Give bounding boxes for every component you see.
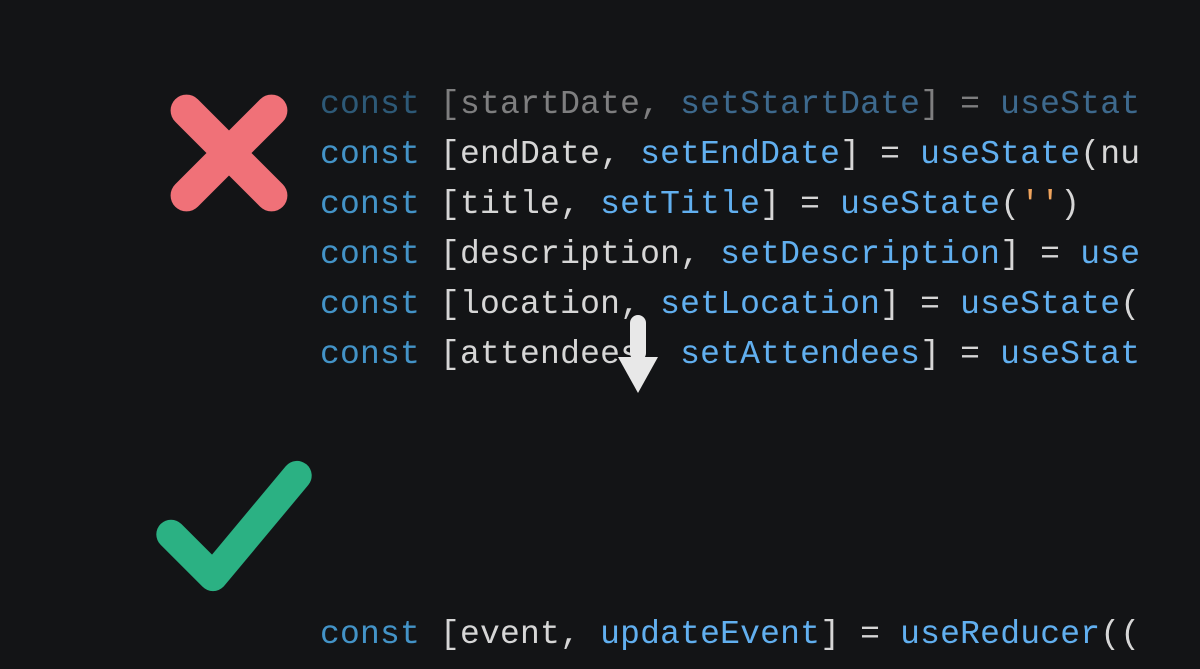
code-token: [ [440, 236, 460, 273]
code-token: ] [820, 616, 860, 653]
code-token: (( [1100, 616, 1140, 653]
code-token: = [880, 136, 920, 173]
code-token: const [320, 186, 440, 223]
code-token: useState [960, 286, 1120, 323]
code-token: = [800, 186, 840, 223]
code-token: const [320, 236, 440, 273]
code-token: = [860, 616, 900, 653]
code-token: , [600, 136, 640, 173]
arrow-down-icon [615, 313, 661, 397]
code-token: const [320, 286, 440, 323]
code-token: updateEvent [600, 616, 820, 653]
code-token: setLocation [660, 286, 880, 323]
code-token: use [1080, 236, 1140, 273]
code-token: useState [840, 186, 1000, 223]
code-token: ( [1080, 136, 1100, 173]
bad-line: const [attendees, setAttendees] = useSta… [320, 330, 1200, 380]
code-token: ] [880, 286, 920, 323]
code-token: [ [440, 616, 460, 653]
code-token: startDate [460, 86, 640, 123]
status-icon-column [80, 0, 250, 669]
code-token: title [460, 186, 560, 223]
code-token: setEndDate [640, 136, 840, 173]
code-token: , [560, 186, 600, 223]
code-token: '' [1020, 186, 1060, 223]
code-token: const [320, 616, 440, 653]
code-token: ] [760, 186, 800, 223]
good-line: return { ...prev, ...next } [320, 660, 1200, 669]
code-token: = [1040, 236, 1080, 273]
code-token: setAttendees [680, 336, 920, 373]
code-token: setStartDate [680, 86, 920, 123]
code-token: [ [440, 286, 460, 323]
code-token: endDate [460, 136, 600, 173]
code-comparison: const [startDate, setStartDate] = useSta… [0, 0, 1200, 669]
code-token: ] [1000, 236, 1040, 273]
cross-icon [170, 94, 288, 212]
good-line: const [event, updateEvent] = useReducer(… [320, 610, 1200, 660]
code-token: = [960, 336, 1000, 373]
bad-line: const [title, setTitle] = useState('') [320, 180, 1200, 230]
code-token: location [460, 286, 620, 323]
code-token: [ [440, 186, 460, 223]
code-token: event [460, 616, 560, 653]
code-token: setDescription [720, 236, 1000, 273]
code-token: , [680, 236, 720, 273]
code-token: const [320, 336, 440, 373]
code-token: useStat [1000, 336, 1140, 373]
code-token: description [460, 236, 680, 273]
code-token: ] [920, 336, 960, 373]
code-token: , [560, 616, 600, 653]
bad-line: const [location, setLocation] = useState… [320, 280, 1200, 330]
bad-line: const [startDate, setStartDate] = useSta… [320, 80, 1200, 130]
good-code-block: const [event, updateEvent] = useReducer(… [320, 610, 1200, 669]
bad-line: const [description, setDescription] = us… [320, 230, 1200, 280]
code-token: setTitle [600, 186, 760, 223]
code-token: const [320, 86, 440, 123]
code-token: [ [440, 136, 460, 173]
code-token: = [920, 286, 960, 323]
code-token: attendees [460, 336, 640, 373]
bad-code-block: const [startDate, setStartDate] = useSta… [320, 80, 1200, 380]
code-token: ] [840, 136, 880, 173]
code-token: = [960, 86, 1000, 123]
code-column: const [startDate, setStartDate] = useSta… [320, 0, 1200, 669]
code-token: useReducer [900, 616, 1100, 653]
code-token: ) [1060, 186, 1080, 223]
code-token: ] [920, 86, 960, 123]
bad-line: const [endDate, setEndDate] = useState(n… [320, 130, 1200, 180]
code-token: useState [920, 136, 1080, 173]
code-token: useStat [1000, 86, 1140, 123]
code-token: , [640, 86, 680, 123]
code-token: ( [1000, 186, 1020, 223]
code-token: [ [440, 86, 460, 123]
code-token: ( [1120, 286, 1140, 323]
code-token: [ [440, 336, 460, 373]
code-token: nu [1100, 136, 1140, 173]
check-icon [154, 456, 314, 596]
code-token: const [320, 136, 440, 173]
